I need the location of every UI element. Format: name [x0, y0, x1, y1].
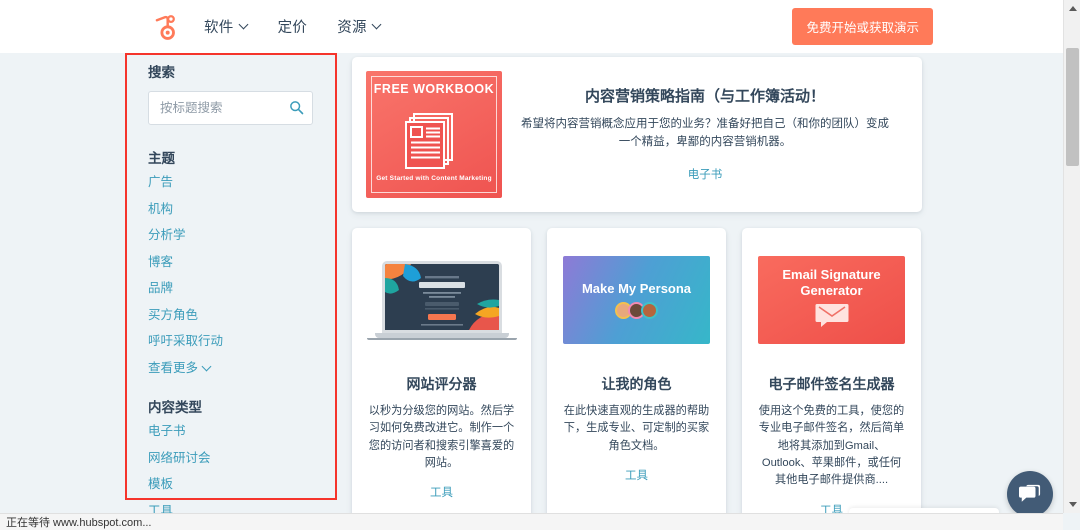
- offer-card-make-my-persona[interactable]: Make My Persona 让我的角色 在此快速直观的生成器的帮助下，生成专…: [547, 228, 726, 523]
- filter-item-template[interactable]: 模板: [148, 478, 328, 491]
- page-body: 搜索 主题 广告 机构 分析学 博客 品牌 买方角色 呼吁采取行动 查看更多: [0, 53, 1063, 523]
- nav-item-pricing[interactable]: 定价: [278, 16, 308, 37]
- get-started-demo-button[interactable]: 免费开始或获取演示: [792, 8, 933, 45]
- featured-offer-thumbnail: FREE WORKBOOK Get Started with Content M…: [366, 71, 502, 198]
- filter-group-divider: [148, 388, 328, 396]
- filter-item-webinar[interactable]: 网络研讨会: [148, 450, 328, 465]
- offer-card-text: 网站评分器 以秒为分级您的网站。然后学习如何免费改进它。制作一个您的访问者和搜索…: [368, 356, 515, 472]
- primary-nav: 软件 定价 资源: [204, 16, 381, 37]
- search-input[interactable]: [148, 91, 313, 125]
- offer-card-description: 使用这个免费的工具，使您的专业电子邮件签名，然后简单地将其添加到Gmail、Ou…: [758, 405, 905, 487]
- filter-item-agency[interactable]: 机构: [148, 201, 328, 216]
- search-heading: 搜索: [148, 65, 175, 80]
- email-banner-title: Email Signature Generator: [782, 266, 881, 298]
- laptop-website-grader-icon: [366, 260, 517, 340]
- offer-card-text: 电子邮件签名生成器 使用这个免费的工具，使您的专业电子邮件签名，然后简单地将其添…: [758, 356, 905, 490]
- filter-item-label: 广告: [148, 175, 174, 189]
- filter-see-more-toggle[interactable]: 查看更多: [148, 360, 328, 375]
- status-bar-text: 正在等待 www.hubspot.com...: [6, 517, 152, 529]
- offer-card-tag[interactable]: 工具: [563, 467, 710, 483]
- offer-card-media: [366, 244, 517, 356]
- nav-item-resources[interactable]: 资源: [337, 16, 381, 37]
- offer-card-tag[interactable]: 工具: [368, 484, 515, 500]
- scroll-up-arrow-icon[interactable]: [1064, 0, 1080, 17]
- laptop-base: [374, 332, 509, 338]
- offer-card-title[interactable]: 让我的角色: [563, 374, 710, 394]
- offer-card-title[interactable]: 电子邮件签名生成器: [758, 374, 905, 394]
- offer-card-text: 让我的角色 在此快速直观的生成器的帮助下，生成专业、可定制的买家角色文档。: [563, 356, 710, 455]
- laptop-foot: [366, 337, 517, 340]
- filter-item-call-to-action[interactable]: 呼吁采取行动: [148, 335, 328, 348]
- browser-viewport: 软件 定价 资源 免费开始或获取演示 搜索 按标题搜索 主题 广告 机构 分析学…: [0, 0, 1080, 530]
- filter-item-blogging[interactable]: 博客: [148, 254, 328, 269]
- three-persona-avatars-icon: [615, 302, 658, 320]
- filter-item-advertising[interactable]: 广告: [148, 176, 328, 189]
- envelope-icon: [815, 303, 849, 333]
- filter-item-ebook[interactable]: 电子书: [148, 425, 328, 438]
- filter-item-branding[interactable]: 品牌: [148, 282, 328, 295]
- filter-item-label: 博客: [148, 254, 174, 269]
- offer-card-email-signature-generator[interactable]: Email Signature Generator 电子邮件签名生成器 使用这个…: [742, 228, 921, 523]
- browser-status-bar: 正在等待 www.hubspot.com...: [0, 513, 1063, 530]
- filters-sidebar: 搜索 主题 广告 机构 分析学 博客 品牌 买方角色 呼吁采取行动 查看更多: [148, 61, 328, 530]
- offer-card-title[interactable]: 网站评分器: [368, 374, 515, 394]
- nav-item-pricing-label: 定价: [277, 20, 308, 36]
- scroll-down-arrow-icon[interactable]: [1064, 496, 1080, 513]
- hubspot-sprocket-logo-icon[interactable]: [148, 12, 178, 42]
- featured-offer-title[interactable]: 内容营销策略指南（与工作簿活动！: [585, 87, 825, 107]
- featured-offer-tag[interactable]: 电子书: [688, 166, 723, 182]
- avatar: [641, 302, 658, 320]
- results-column: FREE WORKBOOK Get Started with Content M…: [352, 57, 922, 523]
- filter-item-label: 网络研讨会: [148, 450, 211, 465]
- filter-group-heading-topic: 主题: [148, 151, 175, 166]
- email-banner: Email Signature Generator: [758, 256, 905, 344]
- filter-see-more-label: 查看更多: [148, 360, 199, 375]
- featured-offer-description: 希望将内容营销概念应用于您的业务？准备好把自己（和你的团队）变成一个精益，卑鄙的…: [521, 118, 889, 149]
- offer-card-grid: 网站评分器 以秒为分级您的网站。然后学习如何免费改进它。制作一个您的访问者和搜索…: [352, 228, 922, 523]
- chevron-down-icon: [203, 363, 212, 372]
- nav-item-software-label: 软件: [204, 20, 234, 36]
- persona-banner: Make My Persona: [563, 256, 710, 344]
- chevron-down-icon: [240, 21, 248, 29]
- filter-item-label: 电子书: [148, 424, 186, 438]
- offer-card-media: Make My Persona: [563, 244, 710, 356]
- filter-item-label: 买方角色: [148, 307, 199, 322]
- offer-card-description: 以秒为分级您的网站。然后学习如何免费改进它。制作一个您的访问者和搜索引擎喜爱的网…: [368, 405, 515, 470]
- persona-banner-title: Make My Persona: [581, 280, 692, 296]
- vertical-scrollbar[interactable]: [1063, 0, 1080, 513]
- thumbnail-caption: Get Started with Content Marketing: [376, 175, 492, 182]
- filter-item-label: 品牌: [148, 281, 174, 295]
- nav-item-resources-label: 资源: [337, 20, 367, 36]
- vertical-scrollbar-thumb[interactable]: [1066, 48, 1079, 166]
- offer-card-description: 在此快速直观的生成器的帮助下，生成专业、可定制的买家角色文档。: [563, 405, 710, 452]
- chevron-down-icon: [373, 21, 381, 29]
- offer-card-media: Email Signature Generator: [758, 244, 905, 356]
- filter-item-label: 模板: [148, 477, 174, 491]
- filter-item-label: 机构: [148, 201, 174, 216]
- filter-item-label: 呼吁采取行动: [148, 334, 224, 348]
- site-header: 软件 定价 资源 免费开始或获取演示: [0, 0, 1063, 53]
- search-box[interactable]: [148, 91, 313, 125]
- featured-offer-body: 内容营销策略指南（与工作簿活动！ 希望将内容营销概念应用于您的业务？准备好把自己…: [502, 71, 908, 198]
- stacked-documents-icon: [403, 111, 465, 174]
- filter-item-label: 分析学: [148, 228, 186, 242]
- nav-item-software[interactable]: 软件: [204, 16, 248, 37]
- thumbnail-badge-text: FREE WORKBOOK: [373, 82, 495, 96]
- filter-item-analytics[interactable]: 分析学: [148, 229, 328, 242]
- featured-offer-card[interactable]: FREE WORKBOOK Get Started with Content M…: [352, 57, 922, 212]
- chat-bubbles-icon[interactable]: [1007, 471, 1053, 517]
- laptop-screen: [381, 260, 502, 333]
- filter-group-heading-content-type: 内容类型: [148, 400, 202, 415]
- filter-item-buyer-persona[interactable]: 买方角色: [148, 307, 328, 322]
- offer-card-website-grader[interactable]: 网站评分器 以秒为分级您的网站。然后学习如何免费改进它。制作一个您的访问者和搜索…: [352, 228, 531, 523]
